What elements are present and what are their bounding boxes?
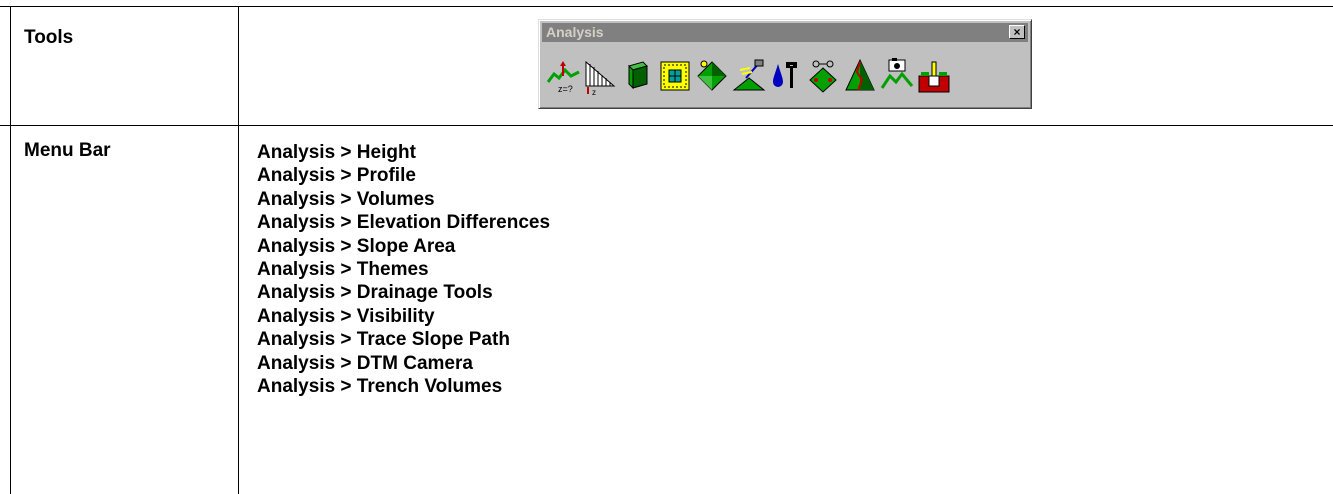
dtm-camera-icon (880, 58, 913, 89)
slope-area-icon (696, 60, 727, 91)
toolbar-icon-row: z=? z (545, 52, 952, 102)
profile-button[interactable]: z (582, 52, 619, 100)
svg-text:z=?: z=? (558, 84, 573, 94)
menu-item-profile: Analysis > Profile (257, 165, 416, 187)
volumes-button[interactable] (619, 52, 656, 100)
table-column-divider (238, 6, 239, 494)
trace-slope-path-button[interactable] (841, 52, 878, 100)
toolbar-title: Analysis (546, 24, 604, 40)
menu-bar-entries: Analysis > Height Analysis > Profile Ana… (257, 141, 550, 398)
table-left-border (10, 6, 11, 494)
menu-item-slope-area: Analysis > Slope Area (257, 235, 456, 257)
volumes-icon (627, 61, 648, 90)
menu-item-height: Analysis > Height (257, 142, 416, 163)
row-label-tools: Tools (24, 27, 74, 48)
dtm-camera-button[interactable] (878, 52, 915, 100)
menu-item-elevation-differences: Analysis > Elevation Differences (257, 212, 551, 234)
drainage-tools-icon (772, 62, 797, 88)
themes-icon (732, 59, 765, 91)
elevation-differences-icon (660, 61, 689, 91)
menu-item-trace-slope-path: Analysis > Trace Slope Path (257, 329, 510, 351)
visibility-button[interactable] (804, 52, 841, 100)
trench-volumes-button[interactable] (915, 52, 952, 100)
height-icon: z=? (546, 61, 580, 94)
svg-text:z: z (592, 88, 596, 96)
profile-icon: z (585, 60, 615, 96)
close-icon[interactable]: × (1009, 25, 1025, 39)
menu-item-themes: Analysis > Themes (257, 259, 429, 281)
elevation-differences-button[interactable] (656, 52, 693, 100)
menu-item-dtm-camera: Analysis > DTM Camera (257, 352, 473, 374)
table-top-border (0, 6, 1333, 7)
menu-item-drainage-tools: Analysis > Drainage Tools (257, 282, 493, 304)
visibility-icon (808, 60, 837, 93)
themes-button[interactable] (730, 52, 767, 100)
menu-item-visibility: Analysis > Visibility (257, 305, 435, 327)
toolbar-title-bar[interactable]: Analysis × (542, 23, 1028, 42)
trace-slope-path-icon (844, 58, 875, 91)
slope-area-button[interactable] (693, 52, 730, 100)
trench-volumes-icon (918, 61, 949, 93)
table-row-divider (0, 125, 1333, 126)
height-button[interactable]: z=? (545, 52, 582, 100)
menu-item-volumes: Analysis > Volumes (257, 188, 435, 210)
menu-item-trench-volumes: Analysis > Trench Volumes (257, 376, 503, 398)
analysis-toolbar: Analysis × z=? z (538, 19, 1032, 109)
row-label-menu-bar: Menu Bar (24, 140, 111, 161)
drainage-tools-button[interactable] (767, 52, 804, 100)
